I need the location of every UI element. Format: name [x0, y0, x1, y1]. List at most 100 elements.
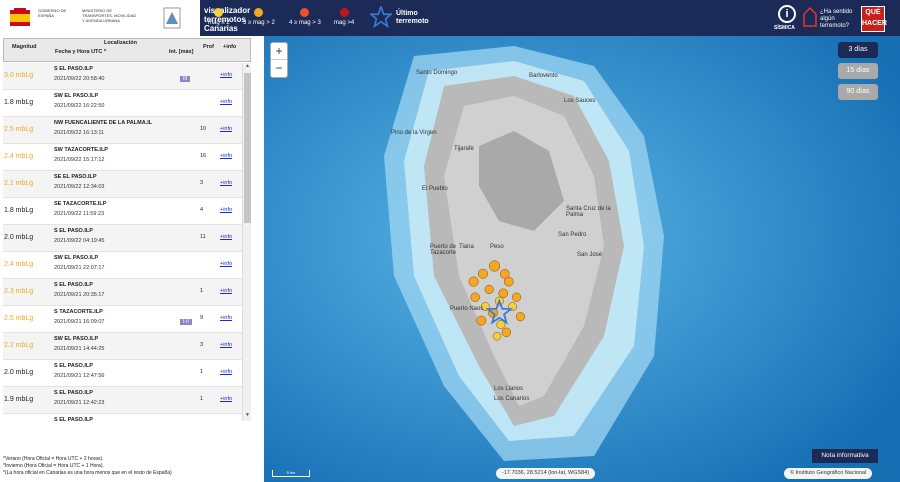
col-info: +info [223, 44, 237, 50]
quake-marker[interactable] [492, 331, 502, 341]
place-label: San Pedro [558, 232, 587, 238]
legend-dot-orange-icon [254, 8, 264, 17]
table-scrollbar[interactable]: ▲ ▼ [242, 63, 251, 421]
table-row[interactable]: 1.8 mbLg SW EL PASO.ILP 2021/09/22 16:22:5… [3, 90, 243, 117]
row-info-link[interactable]: +info [220, 315, 232, 321]
row-location: SW EL PASO.ILP [54, 336, 99, 342]
place-label: Puerto Naos [450, 306, 484, 312]
row-depth: 9 [200, 315, 204, 321]
row-datetime: 2021/09/22 04:19:45 [54, 238, 105, 244]
row-magnitude: 2.5 mbLg [4, 126, 34, 133]
table-row[interactable]: 2.2 mbLg SW EL PASO.ILP 2021/09/21 14:44:2… [3, 333, 243, 360]
sismica-label[interactable]: SÍSMICA [774, 25, 795, 31]
quake-marker[interactable] [511, 292, 522, 302]
table-header: Magnitud Localización Fecha y Hora UTC *… [3, 38, 251, 62]
scroll-down-icon[interactable]: ▼ [244, 412, 251, 420]
col-prof[interactable]: Prof [203, 44, 214, 50]
row-info-link[interactable]: +info [220, 207, 232, 213]
spain-coat-of-arms-icon [6, 4, 34, 32]
row-datetime: 2021/09/21 14:44:25 [54, 346, 105, 352]
scroll-thumb[interactable] [244, 73, 251, 223]
col-magnitud[interactable]: Magnitud [12, 44, 36, 50]
row-info-link[interactable]: +info [220, 180, 232, 186]
table-row[interactable]: 2.0 mbLg S EL PASO.ILP 2021/09/22 04:19:45… [3, 225, 243, 252]
col-fecha[interactable]: Fecha y Hora UTC * [55, 49, 106, 55]
row-magnitude: 2.4 mbLg [4, 153, 34, 160]
table-row[interactable]: 1.9 mbLg S EL PASO.ILP 2021/09/21 12:42:23… [3, 387, 243, 414]
row-depth: 10 [200, 126, 207, 132]
row-info-link[interactable]: +info [220, 261, 232, 267]
table-row[interactable]: 3.0 mbLg S EL PASO.ILP 2021/09/22 20:58:40… [3, 63, 243, 90]
table-row[interactable]: 2.4 mbLg SW EL PASO.ILP 2021/09/21 22:07:1… [3, 252, 243, 279]
row-info-link[interactable]: +info [220, 153, 232, 159]
table-row[interactable]: 2.4 mbLg SW TAZACORTE.ILP 2021/09/22 15:17… [3, 144, 243, 171]
row-magnitude: 2.5 mbLg [4, 315, 34, 322]
row-location: SW TAZACORTE.ILP [54, 147, 108, 153]
days-3-button[interactable]: 3 días [838, 42, 878, 58]
quake-marker[interactable] [470, 292, 480, 302]
ministry-text: MINISTERIO DE TRANSPORTES, MOVILIDAD Y A… [82, 8, 137, 23]
row-info-link[interactable]: +info [220, 234, 232, 240]
quake-list-panel: Magnitud Localización Fecha y Hora UTC *… [0, 36, 260, 482]
place-label: Los Llanos [494, 386, 524, 392]
row-info-link[interactable]: +info [220, 99, 232, 105]
quake-marker[interactable] [489, 260, 501, 272]
row-location: S EL PASO.ILP [54, 417, 93, 421]
table-row[interactable]: 2.1 mbLgS EL PASO.ILP2021/09/21 12:35:52… [3, 414, 243, 421]
table-row[interactable]: 2.1 mbLg SE EL PASO.ILP 2021/09/22 12:34:0… [3, 171, 243, 198]
col-localizacion[interactable]: Localización [104, 40, 137, 46]
felt-quake-link[interactable]: ¿Ha sentido algún terremoto? [820, 9, 852, 30]
quake-marker[interactable] [484, 284, 494, 294]
quake-marker[interactable] [468, 276, 479, 287]
table-row[interactable]: 2.3 mbLg S EL PASO.ILP 2021/09/21 20:35:17… [3, 279, 243, 306]
table-row[interactable]: 2.5 mbLg S TAZACORTE.ILP 2021/09/21 16:09:… [3, 306, 243, 333]
row-depth: 1 [200, 288, 204, 294]
coords-readout: -17.7036, 28.5214 (lon-lat, WGS84) [496, 468, 596, 479]
map-view[interactable]: Santo Domingo Barlovento Los Sauces Pino… [264, 36, 900, 482]
days-90-button[interactable]: 90 días [838, 84, 878, 100]
row-datetime: 2021/09/21 16:09:07 [54, 319, 105, 325]
row-info-link[interactable]: +info [220, 72, 232, 78]
place-label: Barlovento [529, 73, 558, 79]
row-magnitude: 1.9 mbLg [4, 396, 34, 403]
place-label: Pino de la Virgen [391, 130, 437, 136]
last-quake-label: Último terremoto [396, 10, 429, 25]
info-note-button[interactable]: Nota informativa [812, 449, 878, 463]
table-row[interactable]: 2.0 mbLg S EL PASO.ILP 2021/09/21 12:47:56… [3, 360, 243, 387]
row-datetime: 2021/09/21 12:42:23 [54, 400, 105, 406]
quake-marker[interactable] [498, 288, 509, 299]
row-info-link[interactable]: +info [220, 396, 232, 402]
table-row[interactable]: 1.8 mbLg SE TAZACORTE.ILP 2021/09/22 11:59… [3, 198, 243, 225]
row-datetime: 2021/09/21 20:35:17 [54, 292, 105, 298]
row-info-link[interactable]: +info [220, 369, 232, 375]
quake-marker[interactable] [501, 327, 512, 337]
zoom-in-button[interactable]: + [271, 43, 287, 60]
info-icon[interactable]: i [778, 5, 796, 23]
row-magnitude: 1.8 mbLg [4, 207, 34, 214]
row-info-link[interactable]: +info [220, 126, 232, 132]
copyright: © Instituto Geográfico Nacional [784, 468, 873, 479]
house-icon[interactable] [803, 7, 817, 27]
row-location: S EL PASO.ILP [54, 363, 93, 369]
what-to-do-button[interactable]: QUÉ HACER [861, 6, 887, 32]
quake-marker[interactable] [477, 268, 488, 279]
row-depth: 16 [200, 153, 207, 159]
row-datetime: 2021/09/21 22:07:17 [54, 265, 105, 271]
table-row[interactable]: 2.5 mbLg NW FUENCALIENTE DE LA PALMA.IL 20… [3, 117, 243, 144]
days-15-button[interactable]: 15 días [838, 63, 878, 79]
col-int[interactable]: Int. [máx] [169, 49, 193, 55]
scroll-up-icon[interactable]: ▲ [244, 63, 251, 71]
row-info-link[interactable]: +info [220, 288, 232, 294]
zoom-control: + − [270, 42, 288, 78]
row-info-link[interactable]: +info [220, 342, 232, 348]
row-intensity: I-II [180, 319, 192, 325]
zoom-out-button[interactable]: − [271, 60, 287, 77]
row-datetime: 2021/09/22 20:58:40 [54, 76, 105, 82]
quake-marker[interactable] [500, 269, 510, 279]
quake-marker[interactable] [476, 315, 487, 326]
place-label: Tijarafe [454, 146, 474, 152]
row-magnitude: 1.8 mbLg [4, 99, 34, 106]
row-depth: 1 [200, 369, 204, 375]
legend-dot-yellow-icon [214, 8, 224, 17]
quake-marker[interactable] [515, 312, 525, 322]
